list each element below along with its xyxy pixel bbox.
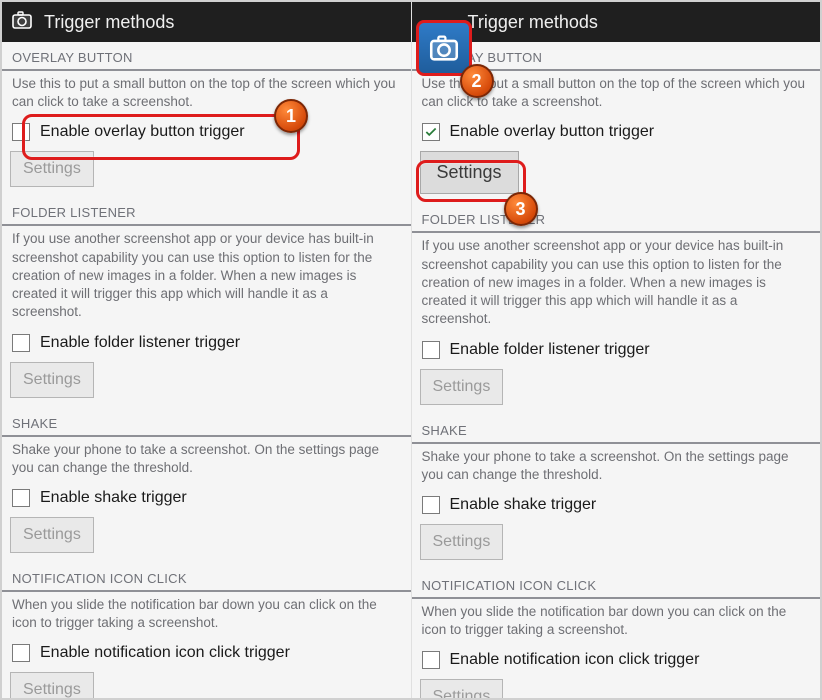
checkbox-icon[interactable]: [422, 651, 440, 669]
notif-settings-button[interactable]: Settings: [420, 679, 504, 698]
page-title: Trigger methods: [468, 12, 598, 33]
folder-settings-button[interactable]: Settings: [420, 369, 504, 405]
folder-checkbox-row[interactable]: Enable folder listener trigger: [412, 335, 821, 365]
checkbox-icon[interactable]: [422, 123, 440, 141]
section-folder: FOLDER LISTENER If you use another scree…: [2, 197, 411, 407]
checkbox-label: Enable notification icon click trigger: [450, 651, 700, 669]
annotation-marker-1: 1: [274, 99, 308, 133]
section-shake: SHAKE Shake your phone to take a screens…: [2, 408, 411, 563]
section-header: SHAKE: [2, 408, 411, 437]
shake-checkbox-row[interactable]: Enable shake trigger: [412, 490, 821, 520]
section-notification: NOTIFICATION ICON CLICK When you slide t…: [2, 563, 411, 698]
action-bar: Trigger methods: [2, 2, 411, 42]
section-overlay: OVERLAY BUTTON Use this to put a small b…: [2, 42, 411, 197]
shake-checkbox-row[interactable]: Enable shake trigger: [2, 483, 411, 513]
overlay-checkbox-row[interactable]: Enable overlay button trigger: [412, 117, 821, 147]
checkbox-icon[interactable]: [12, 334, 30, 352]
action-bar: Trigger methods: [412, 2, 821, 42]
notif-checkbox-row[interactable]: Enable notification icon click trigger: [2, 638, 411, 668]
folder-settings-button[interactable]: Settings: [10, 362, 94, 398]
section-header: SHAKE: [412, 415, 821, 444]
annotation-marker-2: 2: [460, 64, 494, 98]
section-description: When you slide the notification bar down…: [412, 603, 821, 645]
checkbox-label: Enable shake trigger: [40, 489, 187, 507]
checkbox-label: Enable shake trigger: [450, 496, 597, 514]
floating-overlay-button[interactable]: [416, 20, 472, 76]
section-header: FOLDER LISTENER: [2, 197, 411, 226]
camera-icon: [10, 8, 34, 37]
left-screenshot: Trigger methods OVERLAY BUTTON Use this …: [2, 2, 412, 698]
annotation-marker-3: 3: [504, 192, 538, 226]
section-description: If you use another screenshot app or you…: [412, 237, 821, 334]
shake-settings-button[interactable]: Settings: [420, 524, 504, 560]
checkbox-icon[interactable]: [422, 341, 440, 359]
checkbox-icon[interactable]: [12, 644, 30, 662]
section-description: Shake your phone to take a screenshot. O…: [2, 441, 411, 483]
overlay-settings-button[interactable]: Settings: [10, 151, 94, 187]
checkbox-label: Enable notification icon click trigger: [40, 644, 290, 662]
section-header: OVERLAY BUTTON: [2, 42, 411, 71]
section-description: Shake your phone to take a screenshot. O…: [412, 448, 821, 490]
checkbox-icon[interactable]: [12, 123, 30, 141]
section-header: NOTIFICATION ICON CLICK: [2, 563, 411, 592]
checkbox-label: Enable folder listener trigger: [450, 341, 650, 359]
notif-settings-button[interactable]: Settings: [10, 672, 94, 698]
section-header: NOTIFICATION ICON CLICK: [412, 570, 821, 599]
camera-icon: [427, 31, 461, 65]
checkbox-label: Enable folder listener trigger: [40, 334, 240, 352]
section-description: When you slide the notification bar down…: [2, 596, 411, 638]
notif-checkbox-row[interactable]: Enable notification icon click trigger: [412, 645, 821, 675]
content: OVERLAY BUTTON Use this to put a small b…: [412, 42, 821, 698]
shake-settings-button[interactable]: Settings: [10, 517, 94, 553]
page-title: Trigger methods: [44, 12, 174, 33]
checkbox-label: Enable overlay button trigger: [40, 123, 245, 141]
overlay-settings-button[interactable]: Settings: [420, 151, 519, 194]
section-shake: SHAKE Shake your phone to take a screens…: [412, 415, 821, 570]
section-header: FOLDER LISTENER: [412, 204, 821, 233]
checkbox-label: Enable overlay button trigger: [450, 123, 655, 141]
section-description: Use this to put a small button on the to…: [2, 75, 411, 117]
checkbox-icon[interactable]: [422, 496, 440, 514]
folder-checkbox-row[interactable]: Enable folder listener trigger: [2, 328, 411, 358]
content: OVERLAY BUTTON Use this to put a small b…: [2, 42, 411, 698]
right-screenshot: Trigger methods OVERLAY BUTTON Use this …: [412, 2, 821, 698]
overlay-checkbox-row[interactable]: Enable overlay button trigger: [2, 117, 411, 147]
section-notification: NOTIFICATION ICON CLICK When you slide t…: [412, 570, 821, 698]
section-folder: FOLDER LISTENER If you use another scree…: [412, 204, 821, 414]
checkbox-icon[interactable]: [12, 489, 30, 507]
section-description: If you use another screenshot app or you…: [2, 230, 411, 327]
